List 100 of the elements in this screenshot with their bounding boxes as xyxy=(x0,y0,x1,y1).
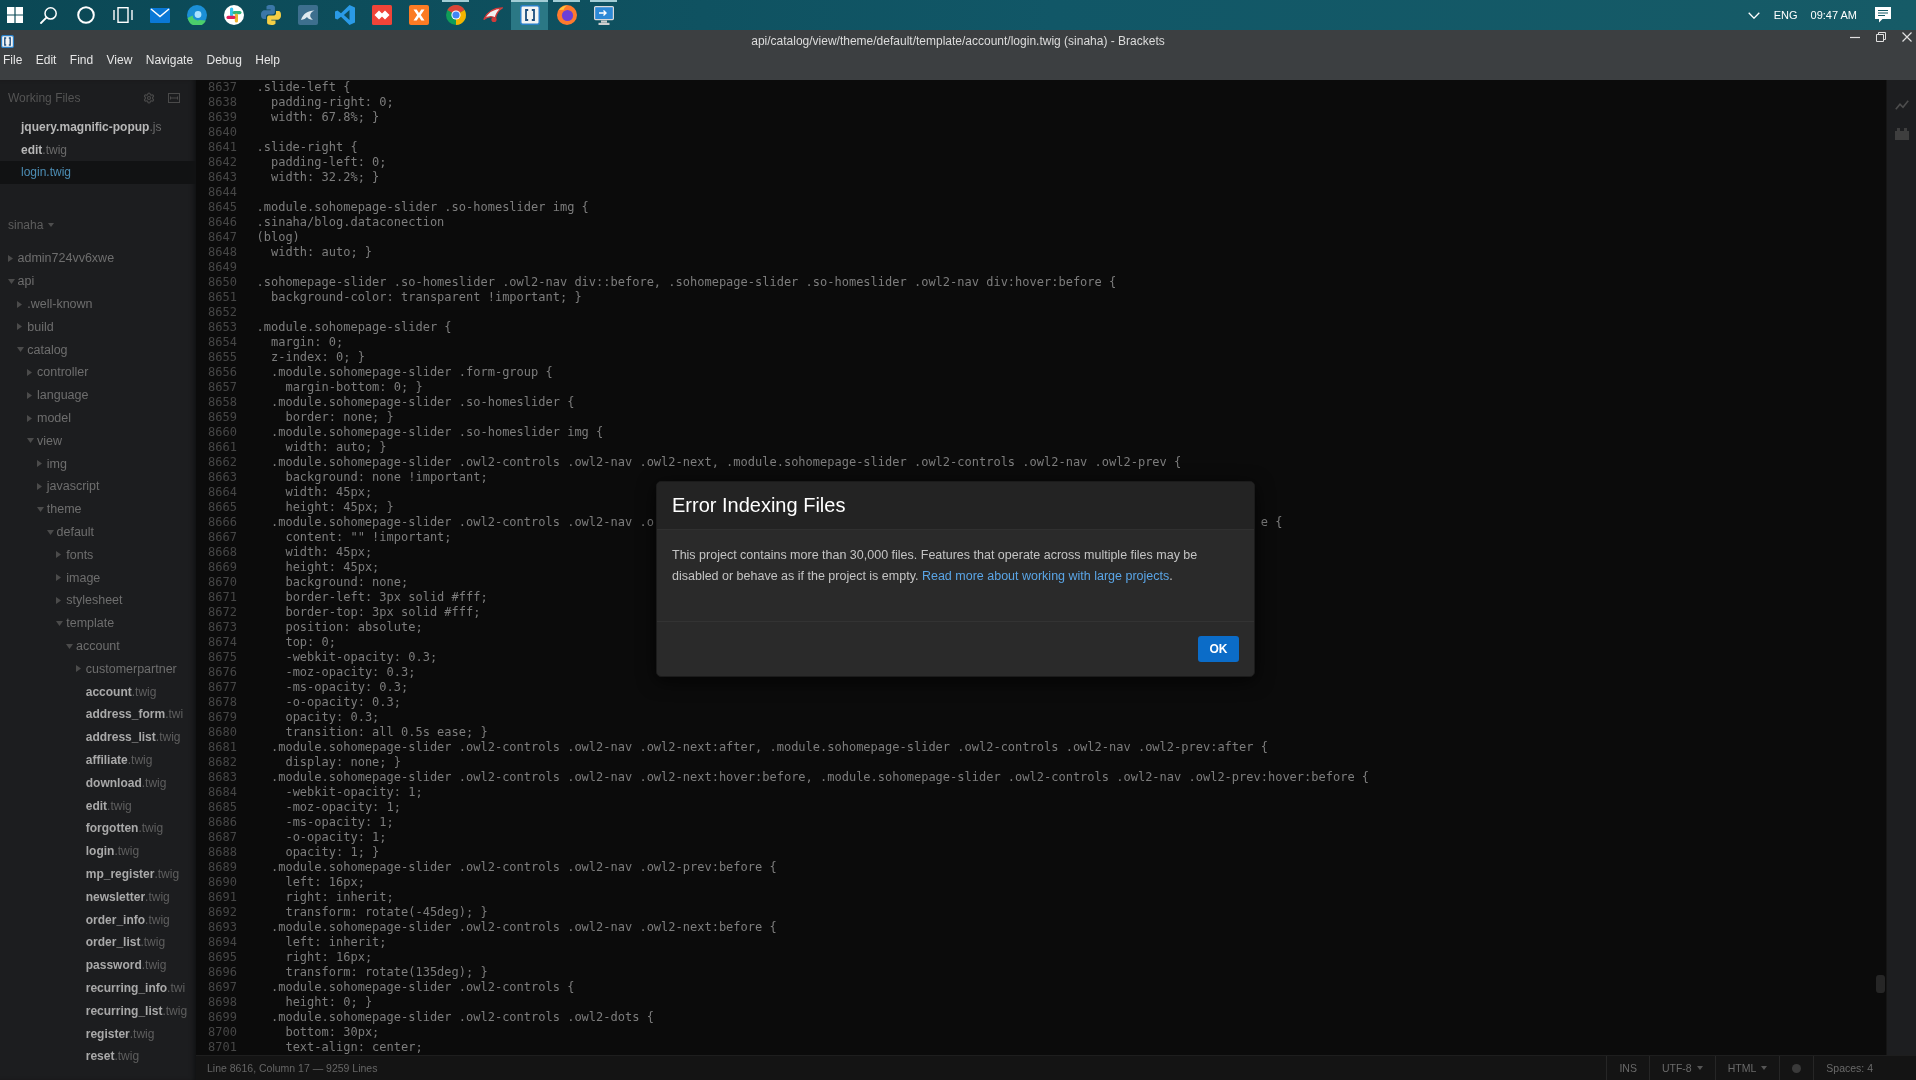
line-number: 8658 xyxy=(208,395,237,410)
line-number: 8637 xyxy=(208,80,237,95)
code-line: -o-opacity: 1; xyxy=(285,830,387,845)
app-logo-icon xyxy=(1,34,14,48)
line-number: 8648 xyxy=(208,245,237,260)
document-item[interactable]: mp_register.twig xyxy=(85,867,180,881)
language-dropdown[interactable]: HTML xyxy=(1714,1056,1780,1080)
snake-icon[interactable] xyxy=(260,5,281,25)
code-line: border-left: 3px solid #fff; xyxy=(285,590,488,605)
line-number: 8694 xyxy=(208,935,237,950)
close-icon xyxy=(1902,32,1912,42)
line-number: 8698 xyxy=(208,995,237,1010)
working-files-title: Working Files xyxy=(8,91,81,105)
document-item[interactable]: newsletter.twig xyxy=(85,889,170,904)
status-dot-icon[interactable] xyxy=(1792,1063,1802,1073)
scrollbar-thumb[interactable] xyxy=(1875,975,1885,993)
line-number: 8668 xyxy=(208,545,237,560)
caret-down-icon xyxy=(48,222,55,227)
menu-item[interactable]: Find xyxy=(69,52,94,69)
document-item[interactable]: recurring_info.twi xyxy=(85,981,186,995)
document-item[interactable]: account.twig xyxy=(85,684,157,699)
code-line: transform: rotate(135deg); } xyxy=(285,965,488,980)
task-view-icon[interactable] xyxy=(112,7,133,23)
code-line: top: 0; xyxy=(285,635,336,650)
document-item[interactable]: forgotten.twig xyxy=(85,821,164,836)
document-item[interactable]: address_form.twi xyxy=(85,707,184,722)
taskbar-button[interactable] xyxy=(511,0,548,30)
chevron-down-icon[interactable] xyxy=(1747,11,1760,19)
code-line: right: inherit; xyxy=(285,890,394,905)
input-language[interactable]: ENG xyxy=(1773,9,1798,21)
line-number: 8701 xyxy=(208,1040,237,1055)
menu-item[interactable]: View xyxy=(106,52,133,69)
flame-circle-icon[interactable] xyxy=(556,5,577,25)
search-icon[interactable] xyxy=(40,6,57,24)
line-number: 8689 xyxy=(208,860,237,875)
x-tile-icon[interactable] xyxy=(408,5,429,25)
tricolor-circle-icon[interactable] xyxy=(445,5,466,25)
clock[interactable]: 09:47 AM xyxy=(1810,9,1857,21)
line-number: 8656 xyxy=(208,365,237,380)
document-item[interactable]: order_info.twig xyxy=(85,912,170,927)
menu-item[interactable]: Navigate xyxy=(145,52,194,69)
code-line: content: "" !important; xyxy=(285,530,452,545)
line-number: 8684 xyxy=(208,785,237,800)
swirl-icon[interactable] xyxy=(186,5,207,25)
working-file[interactable]: login.twig xyxy=(0,161,196,184)
code-line: transition: all 0.5s ease; } xyxy=(285,725,488,740)
insert-mode-button[interactable]: INS xyxy=(1606,1056,1649,1080)
code-line: background: none !important; xyxy=(285,470,488,485)
line-number: 8655 xyxy=(208,350,237,365)
menu-item[interactable]: File xyxy=(3,52,23,69)
indentation-button[interactable]: Spaces: 4 xyxy=(1813,1056,1885,1080)
diamond-tile-icon[interactable] xyxy=(371,5,392,25)
code-line: .slide-right { xyxy=(256,140,358,155)
code-line: position: absolute; xyxy=(285,620,423,635)
document-item[interactable]: affiliate.twig xyxy=(85,753,153,767)
ok-button[interactable]: OK xyxy=(1198,636,1239,662)
line-number: 8682 xyxy=(208,755,237,770)
document-item[interactable]: recurring_list.twig xyxy=(85,1003,188,1018)
line-number: 8687 xyxy=(208,830,237,845)
line-number: 8657 xyxy=(208,380,237,395)
document-item[interactable]: register.twig xyxy=(85,1026,155,1041)
pinwheel-icon[interactable] xyxy=(223,5,244,25)
code-line: width: 32.2%; } xyxy=(270,170,380,185)
line-number: 8654 xyxy=(208,335,237,350)
wing-icon[interactable] xyxy=(482,7,503,23)
code-line: (blog) xyxy=(256,230,300,245)
code-line: bottom: 30px; xyxy=(285,1025,380,1040)
line-number: 8665 xyxy=(208,500,237,515)
menu-item[interactable]: Debug xyxy=(206,52,242,69)
dolphin-tile-icon[interactable] xyxy=(297,5,318,25)
code-line: height: 45px; xyxy=(285,560,380,575)
line-number: 8645 xyxy=(208,200,237,215)
document-item[interactable]: download.twig xyxy=(85,775,167,790)
bracket-tile-icon[interactable] xyxy=(519,5,540,25)
code-line: e { xyxy=(1260,515,1283,530)
ribbon-icon[interactable] xyxy=(334,5,355,25)
document-item[interactable]: edit.twig xyxy=(85,798,132,813)
working-file[interactable]: edit.twig xyxy=(21,138,68,161)
code-line: .module.sohomepage-slider .owl2-controls .owl2-nav .owl2-next:hover:before, .module.sohomepage-slider .owl2-controls .owl2-nav .owl2-prev:hover:before { xyxy=(270,770,1370,785)
notification-icon[interactable] xyxy=(1875,7,1891,23)
code-line: width: 67.8%; } xyxy=(270,110,380,125)
document-item[interactable]: login.twig xyxy=(85,844,140,859)
code-line: padding-right: 0; xyxy=(270,95,394,110)
document-item[interactable]: address_list.twig xyxy=(85,730,181,745)
ring-icon[interactable] xyxy=(76,6,95,24)
working-file[interactable]: jquery.magnific-popup.js xyxy=(21,116,162,139)
document-item[interactable]: order_list.twig xyxy=(85,935,166,950)
monitor-icon[interactable] xyxy=(593,5,614,25)
code-line: width: 45px; xyxy=(285,485,373,500)
document-item[interactable]: reset.twig xyxy=(85,1049,140,1064)
envelope-icon[interactable] xyxy=(149,7,170,23)
document-item[interactable]: password.twig xyxy=(85,958,167,973)
code-line: .slide-left { xyxy=(256,80,351,95)
menu-item[interactable]: Edit xyxy=(35,52,57,69)
code-line: right: 16px; xyxy=(285,950,373,965)
menu-item[interactable]: Help xyxy=(255,52,280,69)
code-line: border-top: 3px solid #fff; xyxy=(285,605,481,620)
line-number: 8692 xyxy=(208,905,237,920)
encoding-dropdown[interactable]: UTF-8 xyxy=(1648,1056,1715,1080)
line-number: 8651 xyxy=(208,290,237,305)
